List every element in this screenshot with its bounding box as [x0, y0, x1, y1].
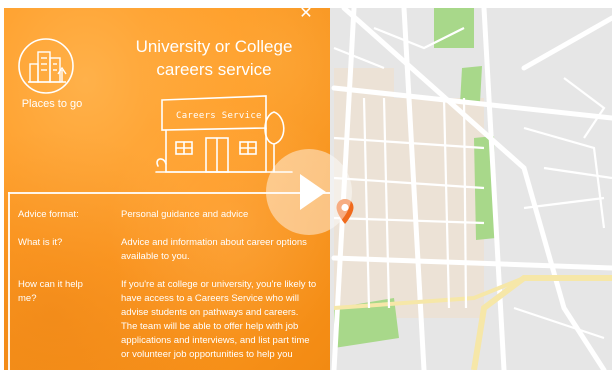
play-icon: [300, 174, 326, 210]
title-line-1: University or College: [135, 37, 293, 56]
careers-service-building-icon: [155, 95, 293, 173]
title-line-2: careers service: [156, 60, 272, 79]
panel-title: University or College careers service: [134, 35, 294, 81]
row-label: What is it?: [18, 237, 63, 248]
row-label: Advice format:: [18, 209, 79, 220]
video-player[interactable]: ✕ Places to go University or College car…: [4, 8, 612, 370]
divider-vertical: [8, 192, 10, 370]
close-icon[interactable]: ✕: [298, 8, 314, 22]
row-label: How can it help me?: [18, 279, 83, 304]
play-button[interactable]: [266, 149, 352, 235]
row-value: Advice and information about career opti…: [121, 237, 307, 262]
building-sign: Careers Service: [176, 111, 262, 121]
city-buildings-icon: [18, 38, 74, 94]
places-to-go-label: Places to go: [21, 98, 83, 110]
row-value: If you're at college or university, you'…: [121, 279, 317, 360]
